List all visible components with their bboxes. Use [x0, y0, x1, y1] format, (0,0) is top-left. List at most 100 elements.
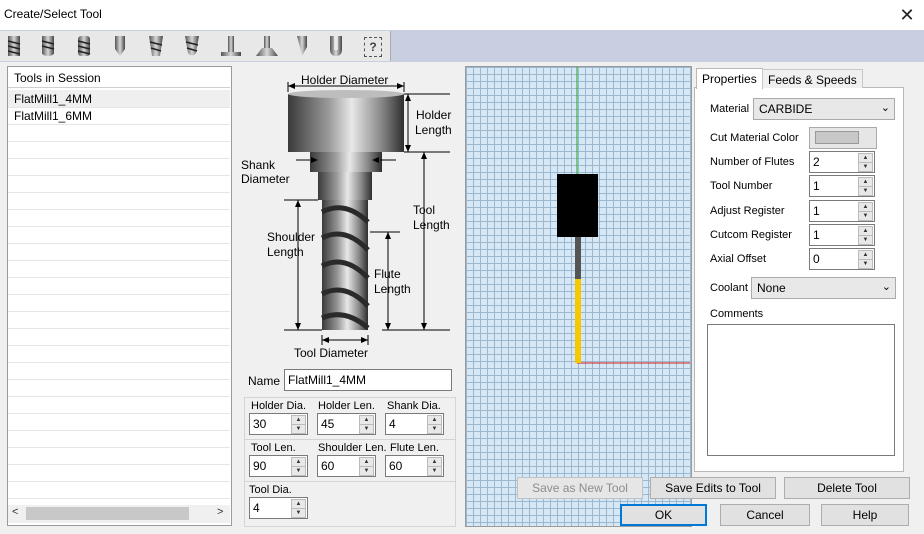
- adjust-register-stepper[interactable]: 1 ▲ ▼: [809, 200, 875, 222]
- scroll-right-icon[interactable]: >: [217, 506, 223, 518]
- empty-row: [8, 175, 230, 193]
- shank-diameter-label-1: Shank: [241, 158, 276, 172]
- empty-row: [8, 243, 230, 261]
- flat-mill-icon[interactable]: [7, 36, 21, 56]
- holder-len-stepper[interactable]: 45 ▲ ▼: [317, 413, 376, 435]
- ok-button[interactable]: OK: [620, 504, 707, 526]
- shank-dia-stepper[interactable]: 4 ▲ ▼: [385, 413, 444, 435]
- empty-row: [8, 192, 230, 210]
- scroll-thumb[interactable]: [26, 507, 189, 520]
- holder-dia-value: 30: [253, 417, 267, 431]
- shoulder-len-stepper[interactable]: 60 ▲ ▼: [317, 455, 376, 477]
- spin-down-icon[interactable]: ▼: [858, 259, 873, 269]
- ball-mill-icon[interactable]: [41, 36, 55, 56]
- flute-len-stepper[interactable]: 60 ▲ ▼: [385, 455, 444, 477]
- comments-textarea[interactable]: [707, 324, 895, 456]
- empty-row: [8, 464, 230, 482]
- preview-flute: [575, 279, 581, 363]
- spin-down-icon[interactable]: ▼: [359, 424, 374, 434]
- holder-dia-label: Holder Dia.: [251, 400, 307, 412]
- close-icon[interactable]: ✕: [896, 4, 918, 26]
- preview-shank: [575, 237, 581, 279]
- spin-down-icon[interactable]: ▼: [858, 186, 873, 196]
- holder-length-label-1: Holder: [416, 108, 452, 122]
- delete-tool-button[interactable]: Delete Tool: [784, 477, 910, 499]
- help-button[interactable]: Help: [821, 504, 909, 526]
- list-item[interactable]: FlatMill1_6MM: [8, 107, 230, 125]
- material-label: Material: [710, 103, 750, 115]
- holder-dia-stepper[interactable]: 30 ▲ ▼: [249, 413, 308, 435]
- adjust-register-label: Adjust Register: [710, 205, 785, 217]
- empty-row: [8, 158, 230, 176]
- empty-row: [8, 209, 230, 227]
- tool-len-value: 90: [253, 459, 267, 473]
- engraving-icon[interactable]: [297, 36, 307, 56]
- spin-down-icon[interactable]: ▼: [427, 424, 442, 434]
- tool-diameter-label: Tool Diameter: [294, 346, 369, 360]
- empty-row: [8, 294, 230, 312]
- spin-down-icon[interactable]: ▼: [858, 162, 873, 172]
- tab-feeds-speeds[interactable]: Feeds & Speeds: [762, 69, 863, 88]
- adjust-register-value: 1: [813, 204, 820, 218]
- tool-len-label: Tool Len.: [251, 442, 296, 454]
- tab-properties[interactable]: Properties: [696, 68, 763, 89]
- spin-down-icon[interactable]: ▼: [858, 211, 873, 221]
- cutcom-register-stepper[interactable]: 1 ▲ ▼: [809, 224, 875, 246]
- material-select[interactable]: CARBIDE ⌄: [753, 98, 895, 120]
- empty-row: [8, 379, 230, 397]
- tool-dia-label: Tool Dia.: [249, 484, 292, 496]
- flutes-value: 2: [813, 155, 820, 169]
- spin-down-icon[interactable]: ▼: [291, 508, 306, 518]
- spin-down-icon[interactable]: ▼: [427, 466, 442, 476]
- flute-length-label-2: Length: [374, 282, 411, 296]
- empty-row: [8, 481, 230, 499]
- empty-row: [8, 277, 230, 295]
- tool-number-label: Tool Number: [710, 180, 773, 192]
- name-label: Name: [248, 374, 281, 388]
- flutes-label: Number of Flutes: [710, 156, 795, 168]
- drill-icon[interactable]: [115, 36, 125, 56]
- window-title: Create/Select Tool: [4, 7, 102, 21]
- flute-length-label-1: Flute: [374, 267, 401, 281]
- coolant-value: None: [757, 281, 786, 295]
- spin-down-icon[interactable]: ▼: [858, 235, 873, 245]
- tslot-icon[interactable]: [221, 36, 241, 56]
- bull-mill-icon[interactable]: [77, 36, 91, 56]
- flute-len-value: 60: [389, 459, 403, 473]
- shank-shape: [318, 172, 372, 200]
- shank-dia-label: Shank Dia.: [387, 400, 441, 412]
- tool-len-stepper[interactable]: 90 ▲ ▼: [249, 455, 308, 477]
- spin-down-icon[interactable]: ▼: [291, 424, 306, 434]
- header-divider: [8, 87, 230, 88]
- fillet-icon[interactable]: [330, 36, 342, 56]
- spin-down-icon[interactable]: ▼: [291, 466, 306, 476]
- cancel-button[interactable]: Cancel: [720, 504, 810, 526]
- flutes-stepper[interactable]: 2 ▲ ▼: [809, 151, 875, 173]
- empty-row: [8, 328, 230, 346]
- taper-mill-icon[interactable]: [149, 36, 163, 56]
- session-header: Tools in Session: [14, 71, 101, 85]
- save-edits-button[interactable]: Save Edits to Tool: [650, 477, 776, 499]
- list-item[interactable]: FlatMill1_4MM: [8, 90, 230, 108]
- scroll-left-icon[interactable]: <: [12, 506, 18, 518]
- holder-shape: [288, 94, 404, 152]
- empty-row: [8, 345, 230, 363]
- tool-dia-stepper[interactable]: 4 ▲ ▼: [249, 497, 308, 519]
- cutcom-register-label: Cutcom Register: [710, 229, 792, 241]
- name-input[interactable]: FlatMill1_4MM: [284, 369, 452, 391]
- tool-length-label-2: Length: [413, 218, 450, 232]
- save-as-new-tool-button[interactable]: Save as New Tool: [517, 477, 643, 499]
- taper-ball-icon[interactable]: [185, 36, 199, 56]
- holder-len-label: Holder Len.: [318, 400, 375, 412]
- tool-number-stepper[interactable]: 1 ▲ ▼: [809, 175, 875, 197]
- tool-length-label-1: Tool: [413, 203, 436, 217]
- coolant-select[interactable]: None ⌄: [751, 277, 896, 299]
- axial-offset-stepper[interactable]: 0 ▲ ▼: [809, 248, 875, 270]
- list-item-label: FlatMill1_6MM: [14, 109, 93, 123]
- help-icon[interactable]: ?: [364, 37, 382, 57]
- empty-row: [8, 260, 230, 278]
- empty-row: [8, 226, 230, 244]
- spin-down-icon[interactable]: ▼: [359, 466, 374, 476]
- empty-row: [8, 311, 230, 329]
- dovetail-icon[interactable]: [256, 36, 278, 56]
